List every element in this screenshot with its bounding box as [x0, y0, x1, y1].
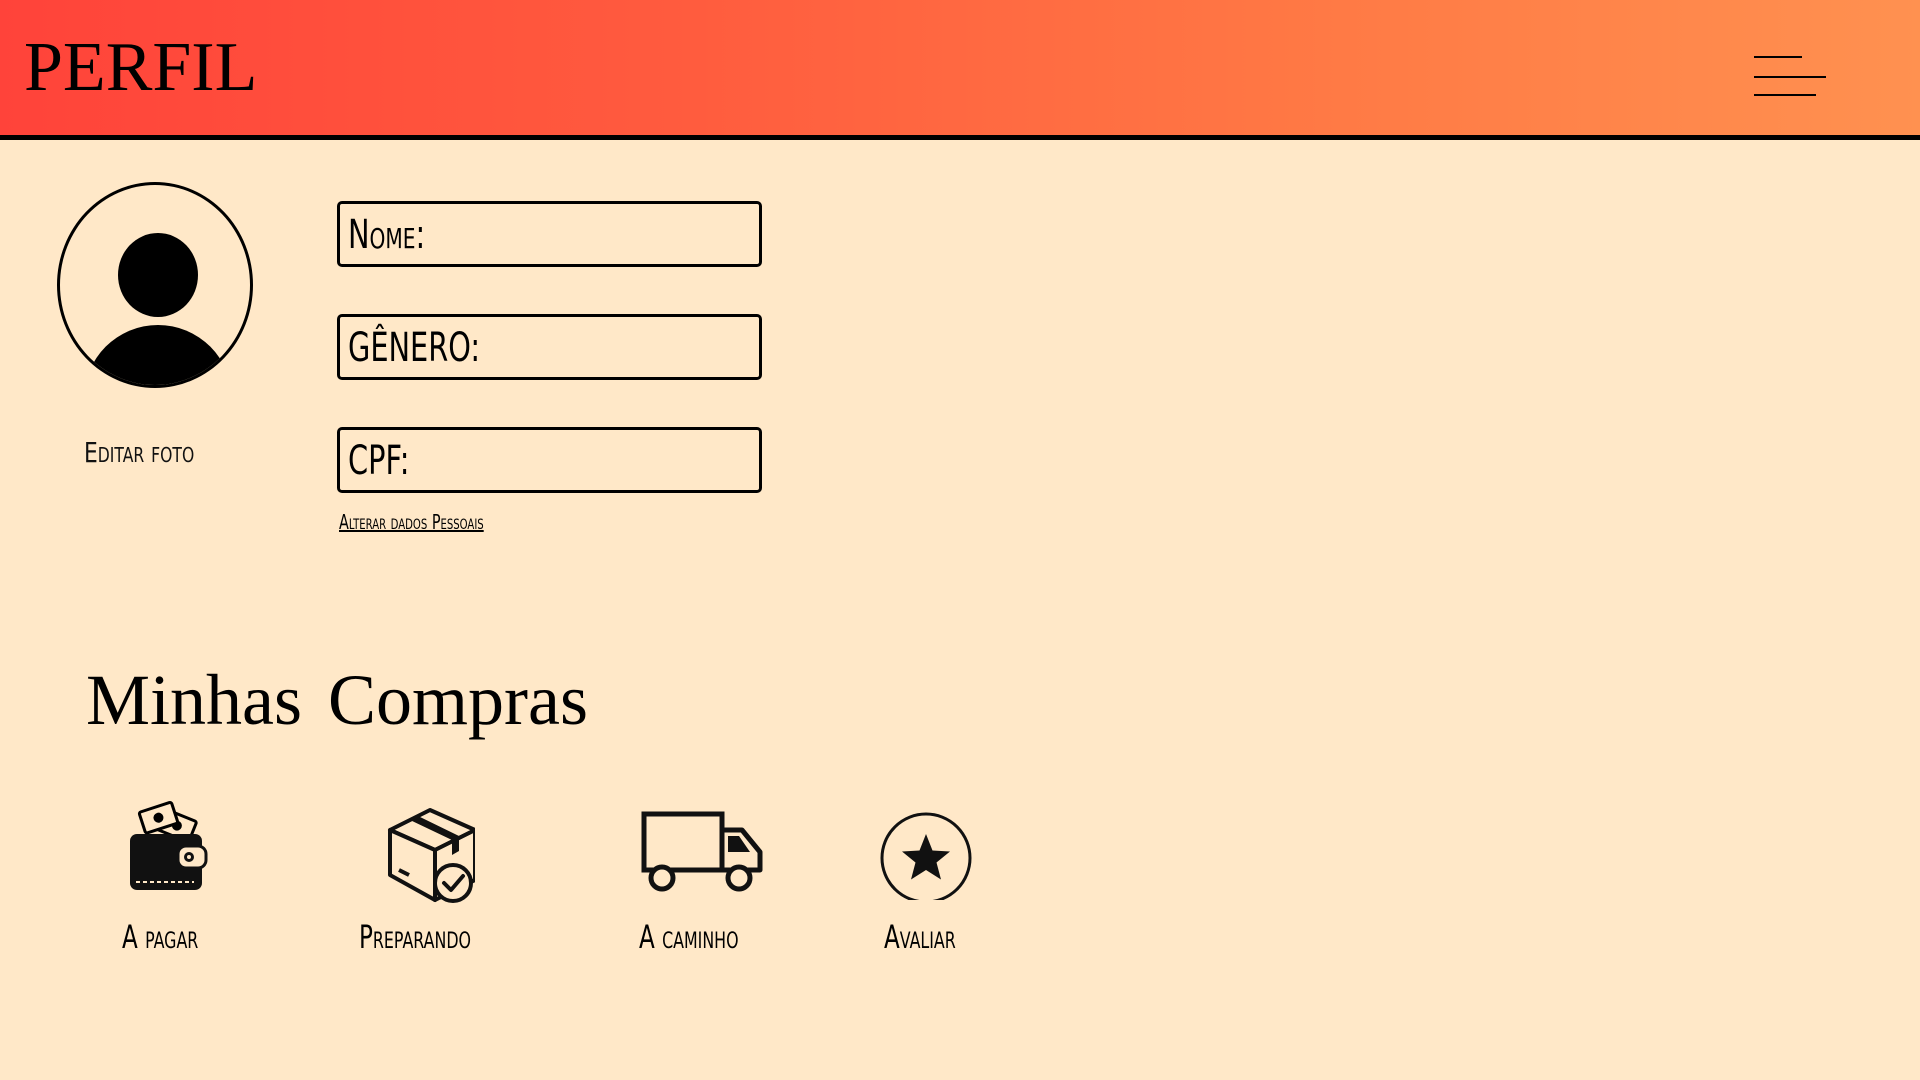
- order-status-to-pay[interactable]: A pagar: [120, 800, 260, 970]
- genero-field-label: GÊNERO:: [348, 325, 481, 371]
- user-avatar-icon[interactable]: [57, 182, 253, 388]
- menu-line-bottom: [1754, 94, 1816, 96]
- menu-line-middle: [1754, 76, 1826, 78]
- preparing-label: Preparando: [359, 918, 472, 956]
- order-status-on-the-way[interactable]: A caminho: [636, 800, 796, 970]
- header-bar: PERFIL: [0, 0, 1920, 140]
- order-status-preparing[interactable]: Preparando: [355, 800, 535, 970]
- nome-field[interactable]: Nome:: [337, 201, 762, 267]
- page-title: PERFIL: [24, 29, 258, 106]
- to-pay-label: A pagar: [122, 918, 199, 956]
- hamburger-menu-icon[interactable]: [1752, 52, 1828, 98]
- change-personal-data-link[interactable]: Alterar dados Pessoais: [339, 510, 484, 534]
- cpf-field[interactable]: CPF:: [337, 427, 762, 493]
- delivery-truck-icon: [641, 811, 763, 892]
- avatar-body: [84, 325, 232, 385]
- genero-field[interactable]: GÊNERO:: [337, 314, 762, 380]
- package-check-icon: [388, 808, 475, 903]
- purchases-title: Minhas Compras: [86, 660, 588, 740]
- edit-photo-button[interactable]: Editar foto: [84, 436, 194, 469]
- cpf-field-label: CPF:: [348, 438, 410, 484]
- order-status-rate[interactable]: Avaliar: [880, 800, 990, 970]
- nome-field-label: Nome:: [348, 212, 426, 258]
- star-circle-icon: [880, 812, 972, 900]
- menu-line-top: [1754, 56, 1802, 58]
- wallet-icon: [130, 801, 208, 890]
- avatar-head: [118, 233, 198, 317]
- on-the-way-label: A caminho: [639, 918, 739, 956]
- rate-label: Avaliar: [884, 918, 956, 956]
